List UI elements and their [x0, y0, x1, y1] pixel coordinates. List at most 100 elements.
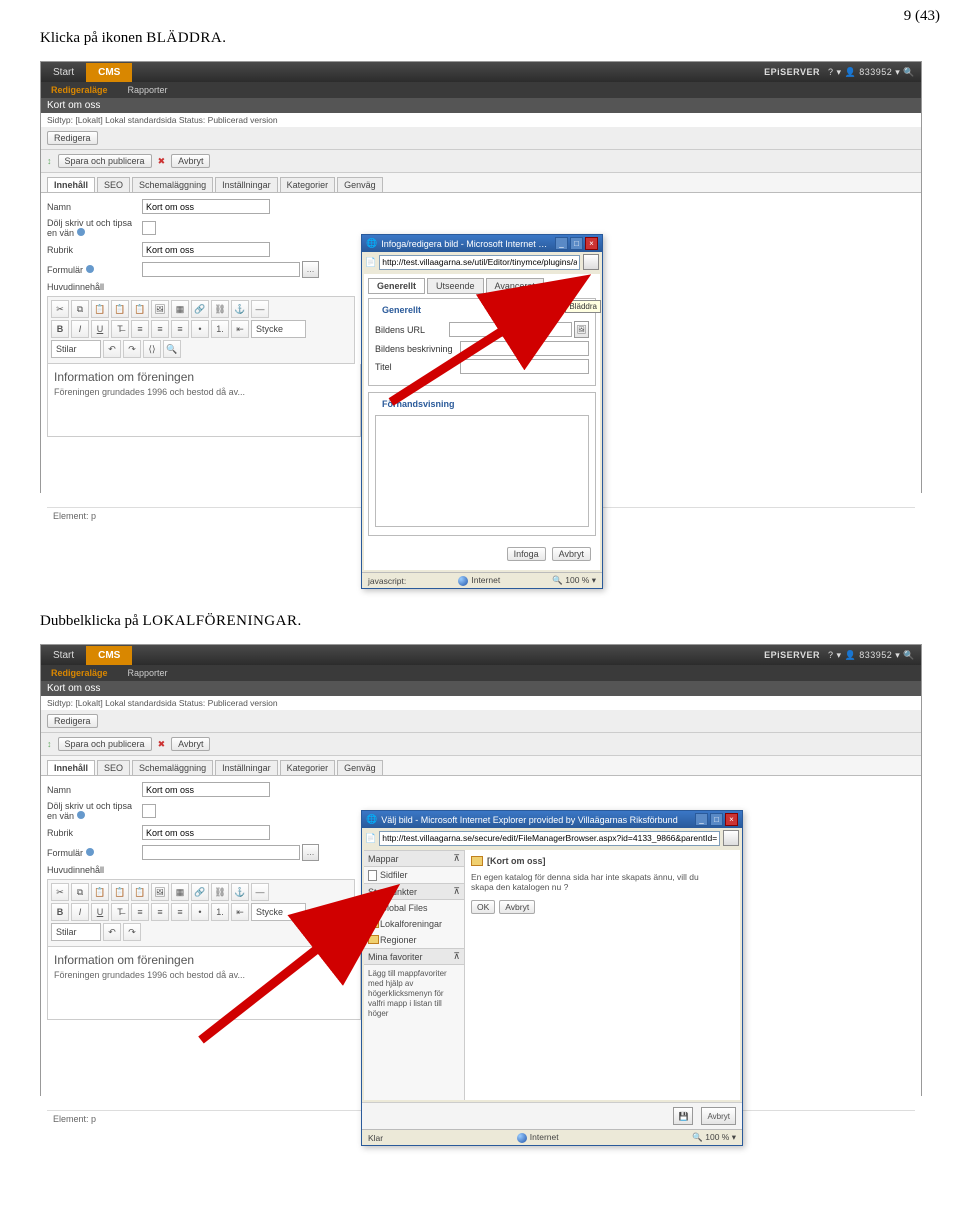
tb-right-icon[interactable]: ≡: [171, 320, 189, 338]
richtext-body[interactable]: Information om föreningen Föreningen gru…: [47, 364, 361, 437]
tb-table-icon[interactable]: ▦: [171, 883, 189, 901]
tb-paste2-icon[interactable]: 📋: [111, 883, 129, 901]
style-select[interactable]: Stycke: [251, 903, 306, 921]
tab-cms[interactable]: CMS: [86, 646, 132, 665]
tb-ol-icon[interactable]: 1.: [211, 903, 229, 921]
input-image-url[interactable]: [449, 322, 572, 337]
sec-favorites[interactable]: Mina favoriter⊼: [364, 948, 464, 965]
tb-paste-icon[interactable]: 📋: [91, 883, 109, 901]
tb-unlink-icon[interactable]: ⛓: [211, 883, 229, 901]
dlg-cancel-button[interactable]: Avbryt: [552, 547, 591, 561]
collapse-icon[interactable]: ⊼: [453, 853, 460, 864]
tb-hr-icon[interactable]: —: [251, 300, 269, 318]
tb-search-icon[interactable]: 🔍: [163, 340, 181, 358]
tb-table-icon[interactable]: ▦: [171, 300, 189, 318]
zoom-icon[interactable]: 🔍: [552, 575, 563, 585]
checkbox-hide[interactable]: [142, 221, 156, 235]
tb-redo-icon[interactable]: ↷: [123, 923, 141, 941]
tb-italic-icon[interactable]: I: [71, 903, 89, 921]
tab-start[interactable]: Start: [41, 646, 86, 665]
ok-button[interactable]: OK: [471, 900, 495, 914]
subtab-editmode[interactable]: Redigeraläge: [41, 668, 118, 678]
tb-left-icon[interactable]: ≡: [131, 320, 149, 338]
dialog-titlebar[interactable]: 🌐 Infoga/redigera bild - Microsoft Inter…: [362, 235, 602, 252]
edit-button[interactable]: Redigera: [47, 714, 98, 728]
tb-center-icon[interactable]: ≡: [151, 320, 169, 338]
help-icon[interactable]: [77, 811, 85, 819]
tb-link-icon[interactable]: 🔗: [191, 300, 209, 318]
zoom-icon[interactable]: 🔍: [692, 1132, 703, 1142]
input-heading[interactable]: [142, 825, 270, 840]
tb-anchor-icon[interactable]: ⚓: [231, 300, 249, 318]
maximize-icon[interactable]: □: [710, 813, 723, 826]
tb-copy-icon[interactable]: ⧉: [71, 883, 89, 901]
tb-paste3-icon[interactable]: 📋: [131, 300, 149, 318]
tab-shortcut[interactable]: Genväg: [337, 177, 383, 192]
minimize-icon[interactable]: _: [555, 237, 568, 250]
collapse-icon[interactable]: ⊼: [453, 886, 460, 897]
input-name[interactable]: [142, 782, 270, 797]
tab-content[interactable]: Innehåll: [47, 177, 95, 192]
tb-underline-icon[interactable]: U: [91, 903, 109, 921]
collapse-icon[interactable]: ⊼: [453, 951, 460, 962]
tab-cms[interactable]: CMS: [86, 63, 132, 82]
sidebar-item-pagefiles[interactable]: Sidfiler: [364, 867, 464, 883]
tb-hr-icon[interactable]: —: [251, 883, 269, 901]
brand-extra[interactable]: ? ▾ 👤 833952 ▾ 🔍: [828, 67, 915, 78]
input-name[interactable]: [142, 199, 270, 214]
help-icon[interactable]: [86, 848, 94, 856]
tb-outdent-icon[interactable]: ⇤: [231, 903, 249, 921]
sidebar-item-globalfiles[interactable]: Global Files: [364, 900, 464, 916]
tb-ol-icon[interactable]: 1.: [211, 320, 229, 338]
tb-left-icon[interactable]: ≡: [131, 903, 149, 921]
tb-link-icon[interactable]: 🔗: [191, 883, 209, 901]
tab-start[interactable]: Start: [41, 63, 86, 82]
subtab-editmode[interactable]: Redigeraläge: [41, 85, 118, 95]
tb-copy-icon[interactable]: ⧉: [71, 300, 89, 318]
tb-right-icon[interactable]: ≡: [171, 903, 189, 921]
url-input[interactable]: [379, 831, 720, 846]
checkbox-hide[interactable]: [142, 804, 156, 818]
brand-extra[interactable]: ? ▾ 👤 833952 ▾ 🔍: [828, 650, 915, 661]
tb-redo-icon[interactable]: ↷: [123, 340, 141, 358]
save-icon[interactable]: 💾: [673, 1107, 693, 1125]
tb-clear-icon[interactable]: T̶: [111, 320, 129, 338]
tb-image-icon[interactable]: 🖼: [151, 300, 169, 318]
go-button[interactable]: [583, 254, 599, 270]
input-form[interactable]: [142, 845, 300, 860]
tb-cut-icon[interactable]: ✂: [51, 300, 69, 318]
go-button[interactable]: [723, 830, 739, 846]
tb-outdent-icon[interactable]: ⇤: [231, 320, 249, 338]
tab-seo[interactable]: SEO: [97, 760, 130, 775]
input-form[interactable]: [142, 262, 300, 277]
dtab-general[interactable]: Generellt: [368, 278, 425, 294]
minimize-icon[interactable]: _: [695, 813, 708, 826]
help-icon[interactable]: [86, 265, 94, 273]
edit-button[interactable]: Redigera: [47, 131, 98, 145]
dialog-titlebar[interactable]: 🌐 Välj bild - Microsoft Internet Explore…: [362, 811, 742, 828]
close-icon[interactable]: ×: [585, 237, 598, 250]
tb-undo-icon[interactable]: ↶: [103, 340, 121, 358]
tb-ul-icon[interactable]: •: [191, 320, 209, 338]
style-select[interactable]: Stycke: [251, 320, 306, 338]
tb-image-icon[interactable]: 🖼: [151, 883, 169, 901]
tb-paste2-icon[interactable]: 📋: [111, 300, 129, 318]
sec-folders[interactable]: Mappar⊼: [364, 850, 464, 867]
form-browse-icon[interactable]: …: [302, 844, 319, 861]
tab-categories[interactable]: Kategorier: [280, 760, 336, 775]
tab-schedule[interactable]: Schemaläggning: [132, 177, 213, 192]
subtab-reports[interactable]: Rapporter: [118, 85, 178, 95]
dtab-appearance[interactable]: Utseende: [427, 278, 484, 294]
help-icon[interactable]: [77, 228, 85, 236]
tb-ul-icon[interactable]: •: [191, 903, 209, 921]
tb-anchor-icon[interactable]: ⚓: [231, 883, 249, 901]
tab-categories[interactable]: Kategorier: [280, 177, 336, 192]
sidebar-item-regioner[interactable]: Regioner: [364, 932, 464, 948]
input-heading[interactable]: [142, 242, 270, 257]
tb-clear-icon[interactable]: T̶: [111, 903, 129, 921]
richtext-body[interactable]: Information om föreningen Föreningen gru…: [47, 947, 361, 1020]
tb-italic-icon[interactable]: I: [71, 320, 89, 338]
sec-startpoints[interactable]: Startpunkter⊼: [364, 883, 464, 900]
tab-settings[interactable]: Inställningar: [215, 760, 278, 775]
tb-bold-icon[interactable]: B: [51, 903, 69, 921]
